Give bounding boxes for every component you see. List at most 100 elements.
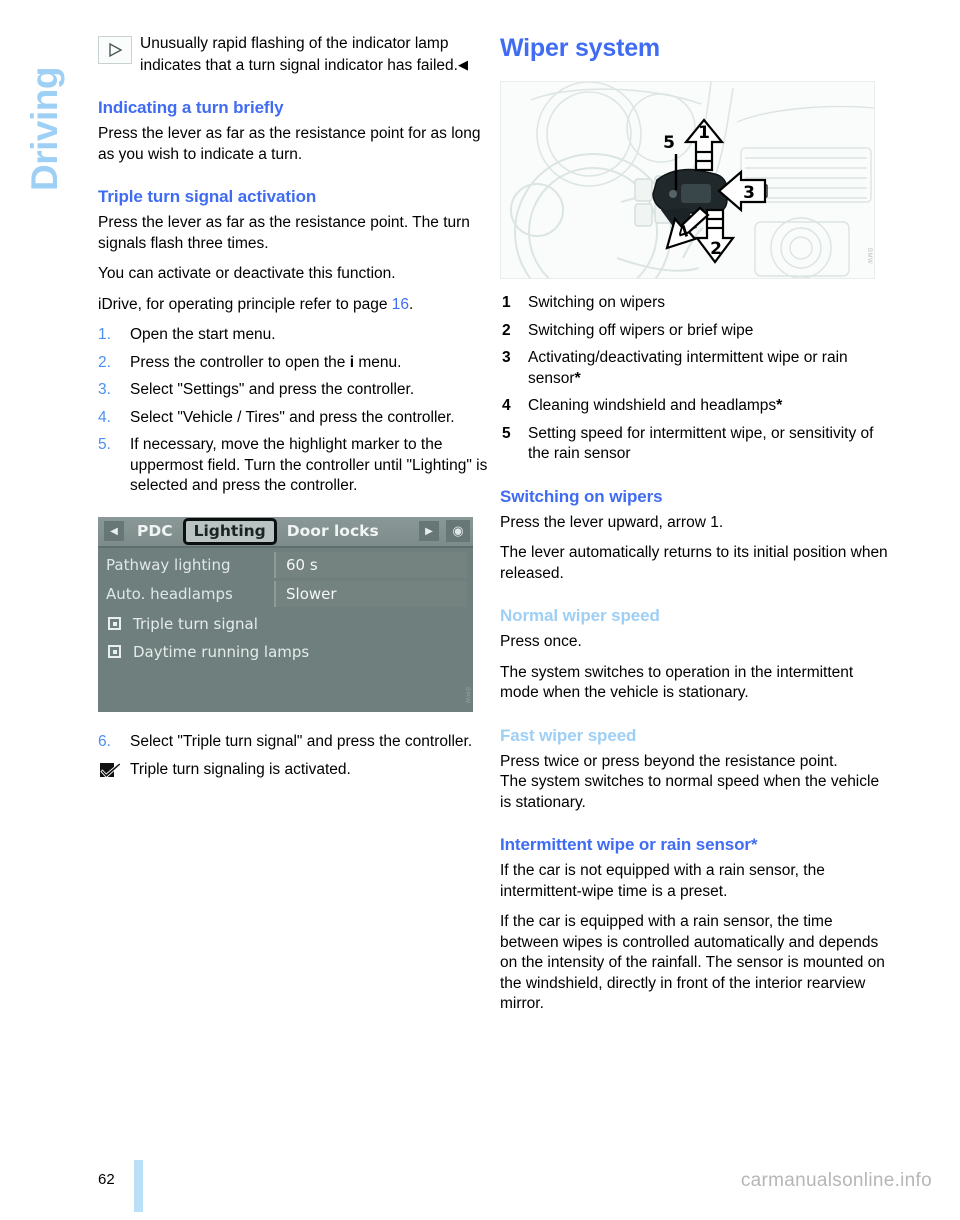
chevron-right-icon[interactable]: ▶: [419, 521, 439, 541]
para-intermittent-2: If the car is equipped with a rain senso…: [500, 913, 885, 1012]
step-number: 1.: [98, 326, 111, 343]
step-text: Select "Vehicle / Tires" and press the c…: [130, 408, 455, 426]
para-intermittent-1: If the car is not equipped with a rain s…: [500, 862, 825, 900]
idrive-ref-suffix: .: [409, 295, 414, 313]
step-text: If necessary, move the highlight marker …: [130, 436, 488, 494]
list-item: 5 Setting speed for intermittent wipe, o…: [500, 424, 890, 465]
step-number: 4.: [98, 408, 111, 426]
list-item: 4 Cleaning windshield and headlamps*: [500, 396, 890, 417]
page-number: 62: [98, 1171, 115, 1188]
checkbox-icon[interactable]: [108, 645, 121, 658]
step-text: Select "Settings" and press the controll…: [130, 381, 415, 398]
list-item: 3. Select "Settings" and press the contr…: [98, 380, 488, 401]
step-number: 5.: [98, 436, 111, 453]
left-column: Unusually rapid flashing of the indicato…: [98, 34, 488, 781]
chevron-left-icon[interactable]: ◀: [104, 521, 124, 541]
legend-text: Cleaning windshield and headlamps: [528, 397, 777, 414]
para-normal-2: The system switches to operation in the …: [500, 663, 854, 702]
idrive-row-label: Pathway lighting: [106, 556, 231, 574]
idrive-lighting-menu-screenshot: ◀ PDC Lighting Door locks ▶ ◉ Pathway li…: [98, 516, 473, 712]
legend-number: 4: [502, 397, 511, 414]
para-switching-2: The lever automatically returns to its i…: [500, 544, 888, 582]
para-switching-1: Press the lever upward, arrow 1.: [500, 513, 724, 531]
right-column: Wiper system 1 2 3 4 5 BMW 1 Switching o…: [500, 34, 890, 1025]
manual-page: Driving Unusually rapid flashing of the …: [0, 0, 960, 1220]
list-item: 1 Switching on wipers: [500, 293, 890, 314]
wiper-legend-list: 1 Switching on wipers 2 Switching off wi…: [500, 293, 890, 465]
step-text: Select "Triple turn signal" and press th…: [130, 732, 473, 750]
result-triple-turn-signaling-activated: Triple turn signaling is activated.: [98, 760, 488, 781]
list-item: 5. If necessary, move the highlight mark…: [98, 435, 488, 497]
list-item: 3 Activating/deactivating intermittent w…: [500, 348, 890, 389]
legend-number: 5: [502, 424, 511, 442]
heading-normal-wiper-speed: Normal wiper speed: [500, 606, 660, 625]
legend-number: 3: [502, 349, 511, 366]
list-item: 2 Switching off wipers or brief wipe: [500, 321, 890, 342]
page-title: Wiper system: [500, 34, 660, 62]
legend-number: 2: [502, 321, 511, 339]
turn-signal-indicator-icon: [98, 36, 132, 64]
idrive-tab-bar: ◀ PDC Lighting Door locks ▶ ◉: [98, 516, 473, 548]
optional-equipment-star: *: [776, 397, 783, 414]
table-row[interactable]: Auto. headlamps Slower: [98, 581, 473, 608]
idrive-checkbox-label: Daytime running lamps: [133, 642, 310, 661]
svg-text:1: 1: [698, 123, 710, 143]
optional-equipment-star: *: [574, 369, 581, 387]
idrive-row-label: Auto. headlamps: [106, 585, 233, 603]
idrive-tab-pdc[interactable]: PDC: [127, 522, 183, 540]
wiper-stalk-illustration: 1 2 3 4 5 BMW: [500, 81, 875, 279]
idrive-checkbox-daytime-running-lamps[interactable]: Daytime running lamps: [98, 638, 473, 666]
section-tab: Driving: [0, 0, 90, 260]
legend-text: Switching off wipers or brief wipe: [528, 321, 754, 339]
list-item: 2. Press the controller to open the i men…: [98, 353, 488, 374]
image-watermark: BMW: [866, 247, 872, 264]
step-number: 6.: [98, 732, 111, 750]
idrive-checkbox-label: Triple turn signal: [133, 614, 258, 633]
idrive-row-value: Slower: [274, 581, 467, 607]
section-tab-label: Driving: [24, 67, 65, 191]
para-idrive-reference: iDrive, for operating principle refer to…: [98, 295, 488, 316]
heading-fast-wiper-speed: Fast wiper speed: [500, 725, 637, 745]
table-row[interactable]: Pathway lighting 60 s: [98, 552, 473, 579]
idrive-ref-prefix: iDrive, for operating principle refer to…: [98, 295, 392, 313]
idrive-steps-list: 1. Open the start menu. 2. Press the cont…: [98, 325, 488, 497]
legend-number: 1: [502, 294, 511, 311]
idrive-checkbox-triple-turn-signal[interactable]: Triple turn signal: [98, 610, 473, 638]
brightness-adjust-icon[interactable]: ◉: [446, 520, 470, 542]
page-folio: 62: [98, 1160, 143, 1212]
legend-text: Switching on wipers: [528, 294, 665, 311]
result-text: Triple turn signaling is activated.: [130, 761, 351, 778]
list-item: 1. Open the start menu.: [98, 325, 488, 346]
para-indicating-a-turn: Press the lever as far as the resistance…: [98, 125, 481, 163]
heading-intermittent-wipe-or-rain-sensor: Intermittent wipe or rain sensor*: [500, 835, 758, 854]
idrive-tab-lighting-selected[interactable]: Lighting: [182, 517, 277, 545]
checkbox-icon[interactable]: [108, 617, 121, 630]
heading-triple-turn-signal-activation: Triple turn signal activation: [98, 187, 317, 206]
image-watermark: BMW: [464, 686, 471, 704]
heading-indicating-a-turn-briefly: Indicating a turn briefly: [98, 98, 284, 117]
note-end-mark: ◀: [457, 56, 468, 72]
para-triple-1: Press the lever as far as the resistance…: [98, 214, 470, 252]
step-number: 2.: [98, 353, 111, 371]
site-watermark: carmanualsonline.info: [740, 1170, 932, 1191]
step-number: 3.: [98, 381, 111, 398]
idrive-steps-list-continued: 6. Select "Triple turn signal" and press…: [98, 732, 488, 753]
idrive-settings-rows: Pathway lighting 60 s Auto. headlamps Sl…: [98, 548, 473, 666]
idrive-tab-door-locks[interactable]: Door locks: [277, 522, 389, 540]
para-normal-1: Press once.: [500, 633, 582, 650]
idrive-row-value: 60 s: [274, 552, 467, 578]
legend-text: Setting speed for intermittent wipe, or …: [528, 424, 874, 463]
svg-text:2: 2: [710, 239, 722, 259]
para-triple-2: You can activate or deactivate this func…: [98, 265, 396, 282]
para-fast-1: Press twice or press beyond the resistan…: [500, 752, 838, 770]
step-text-after: menu.: [354, 353, 402, 371]
para-fast-2: The system switches to normal speed when…: [500, 773, 880, 811]
svg-text:3: 3: [743, 183, 755, 203]
indicator-failure-note-text: Unusually rapid flashing of the indicato…: [140, 35, 458, 74]
indicator-failure-note: Unusually rapid flashing of the indicato…: [98, 34, 488, 76]
list-item: 6. Select "Triple turn signal" and press…: [98, 732, 488, 753]
folio-accent-bar: [134, 1160, 143, 1212]
idrive-ref-page-number: 16: [391, 295, 410, 313]
list-item: 4. Select "Vehicle / Tires" and press th…: [98, 408, 488, 429]
step-text-before: Press the controller to open the: [130, 353, 350, 371]
